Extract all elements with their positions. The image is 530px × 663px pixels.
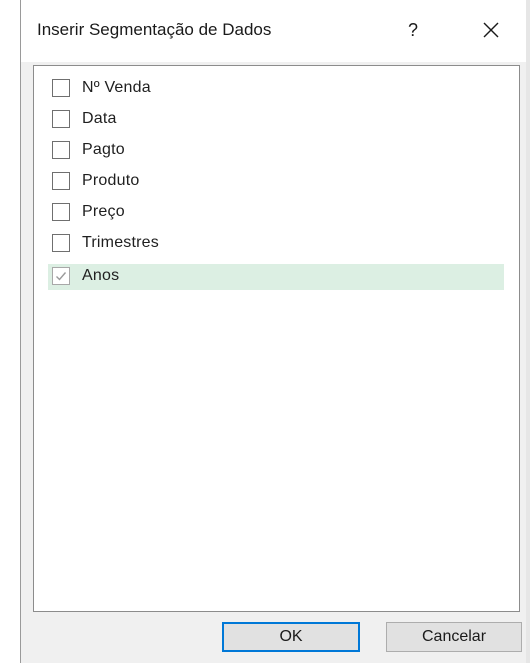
list-item[interactable]: Nº Venda [48,76,504,102]
checkbox[interactable] [52,172,70,190]
close-icon [483,22,499,38]
checkbox-checked[interactable] [52,267,70,285]
field-label: Produto [82,172,140,189]
background-window-right [526,0,530,663]
checkbox[interactable] [52,203,70,221]
title-bar[interactable]: Inserir Segmentação de Dados ? [21,0,526,62]
ok-button[interactable]: OK [222,622,360,652]
checkbox[interactable] [52,79,70,97]
list-item[interactable]: Data [48,107,504,133]
list-item[interactable]: Trimestres [48,231,504,257]
list-item[interactable]: Pagto [48,138,504,164]
cancel-button[interactable]: Cancelar [386,622,522,652]
field-list[interactable]: Nº Venda Data Pagto Produto Preço Trimes… [33,65,520,612]
field-label: Nº Venda [82,79,151,96]
list-item-selected[interactable]: Anos [48,264,504,290]
checkbox[interactable] [52,141,70,159]
background-window [0,0,20,663]
field-label: Preço [82,203,125,220]
field-label: Trimestres [82,234,159,251]
close-button[interactable] [473,12,509,48]
question-mark-icon: ? [407,20,418,40]
checkbox[interactable] [52,110,70,128]
list-item[interactable]: Preço [48,200,504,226]
help-button[interactable]: ? [400,14,426,46]
list-item[interactable]: Produto [48,169,504,195]
dialog-title: Inserir Segmentação de Dados [37,20,272,39]
field-label: Anos [82,267,120,284]
checkbox[interactable] [52,234,70,252]
field-label: Data [82,110,117,127]
field-label: Pagto [82,141,125,158]
checkmark-icon [56,272,67,281]
insert-slicer-dialog: Inserir Segmentação de Dados ? Nº Venda … [21,0,526,663]
